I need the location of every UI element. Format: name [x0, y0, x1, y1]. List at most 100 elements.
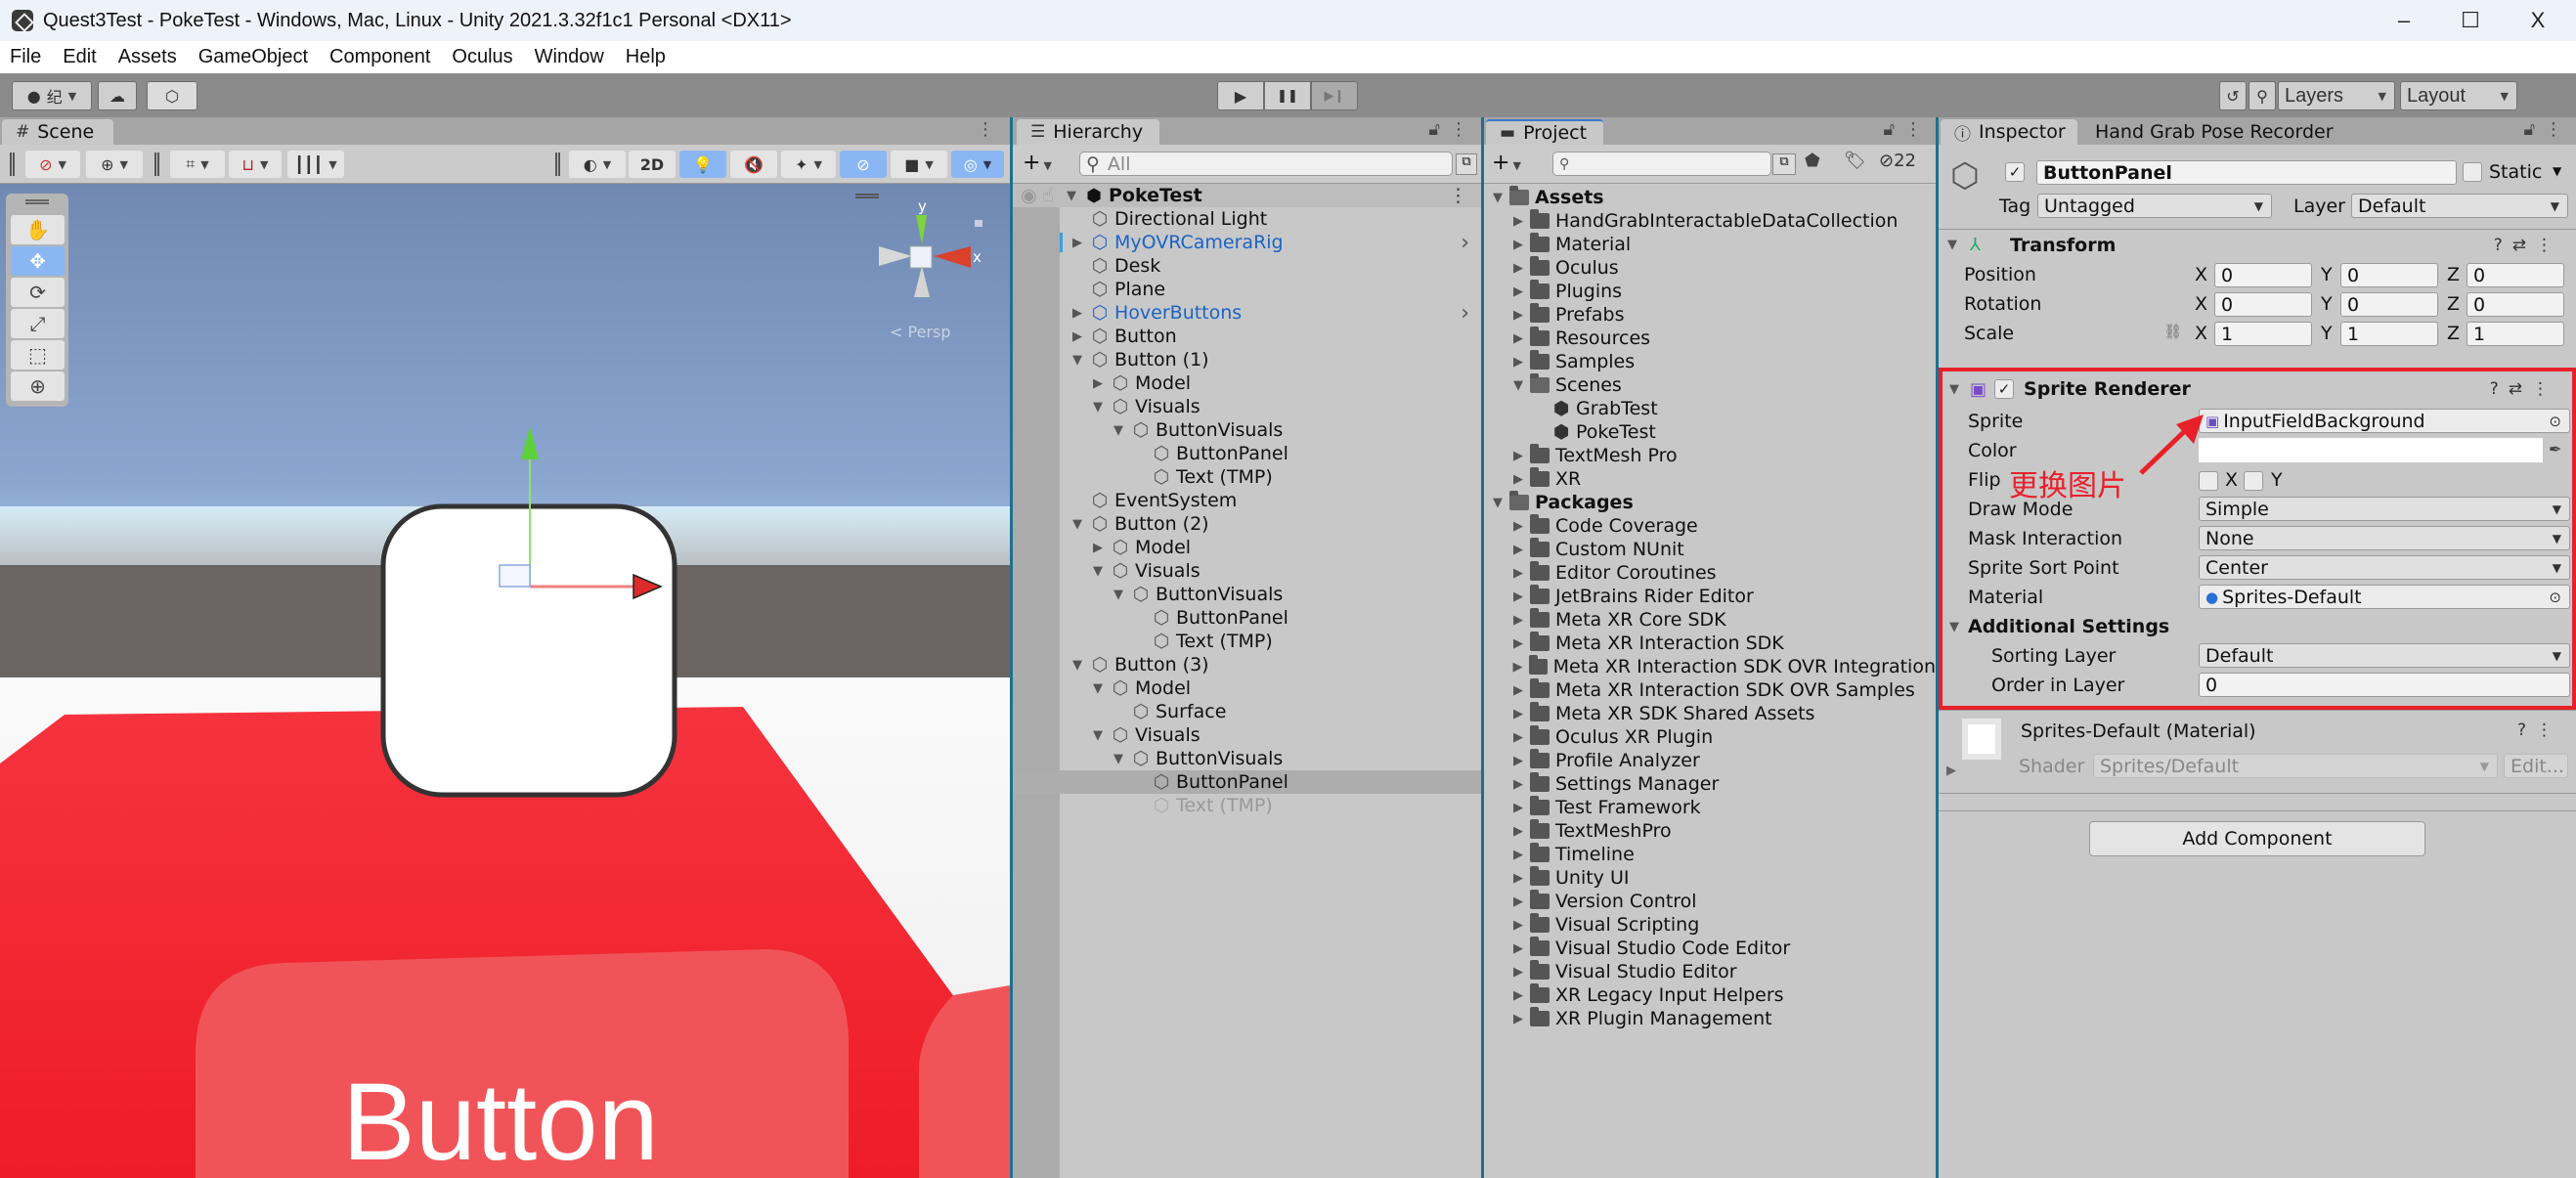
collapse-icon[interactable]: ▼	[1090, 564, 1106, 579]
project-row[interactable]: ▼ Packages	[1484, 491, 1936, 514]
hierarchy-row[interactable]: ⬡ EventSystem	[1013, 489, 1481, 512]
project-row[interactable]: ▶ Settings Manager	[1484, 772, 1936, 796]
project-search-input[interactable]: ⚲	[1552, 152, 1771, 176]
transform-x-input[interactable]: 1	[2214, 322, 2312, 346]
hierarchy-row[interactable]: ⬡ Text (TMP)	[1013, 794, 1481, 817]
project-row[interactable]: ▶ TextMeshPro	[1484, 819, 1936, 843]
project-row[interactable]: ▶ XR	[1484, 467, 1936, 491]
toolbar-grip[interactable]	[154, 153, 159, 176]
project-row[interactable]: ▶ Editor Coroutines	[1484, 561, 1936, 585]
lock-icon[interactable]: 🔓︎	[1883, 119, 1895, 140]
expand-icon[interactable]: ▶	[1510, 238, 1526, 252]
2d-toggle[interactable]: 2D	[629, 151, 676, 178]
lock-icon[interactable]: 🔓︎	[1428, 119, 1440, 140]
grid-snap-dropdown[interactable]: ⌗ ▼	[170, 151, 225, 178]
collapse-icon[interactable]: ▼	[1510, 378, 1526, 393]
search-scope-button[interactable]: ⧉	[1772, 153, 1796, 175]
snap-dropdown[interactable]: ⊔ ▼	[229, 151, 282, 178]
sprite-object-field[interactable]: ▣ InputFieldBackground ⊙	[2199, 409, 2570, 433]
hierarchy-row[interactable]: ⬡ Text (TMP)	[1013, 465, 1481, 489]
audio-toggle[interactable]: 🔇	[730, 151, 777, 178]
expand-icon[interactable]: ▶	[1946, 764, 1956, 778]
pause-button[interactable]: ❚❚	[1264, 81, 1311, 110]
toolbar-grip[interactable]	[10, 153, 15, 176]
gameobject-cube-icon[interactable]: ⬡	[1950, 156, 1980, 196]
project-row[interactable]: ▶ Visual Studio Editor	[1484, 960, 1936, 983]
collapse-icon[interactable]: ▼	[1070, 517, 1085, 532]
project-row[interactable]: ⬢ PokeTest	[1484, 420, 1936, 444]
hierarchy-row[interactable]: ▼ ⬡ Visuals	[1013, 559, 1481, 583]
toolbar-grip[interactable]	[555, 153, 560, 176]
expand-icon[interactable]: ▶	[1510, 848, 1526, 862]
object-name-input[interactable]: ButtonPanel	[2036, 160, 2457, 185]
project-row[interactable]: ▶ Code Coverage	[1484, 514, 1936, 538]
gizmo-grip[interactable]	[855, 194, 879, 198]
color-swatch[interactable]	[2199, 438, 2543, 462]
open-prefab-chevron-icon[interactable]: ›	[1461, 231, 1469, 255]
project-row[interactable]: ▶ Material	[1484, 233, 1936, 256]
project-row[interactable]: ▶ Meta XR Interaction SDK	[1484, 632, 1936, 655]
hierarchy-row[interactable]: ▼ ⬡ Visuals	[1013, 723, 1481, 747]
search-button[interactable]: ⚲	[2249, 81, 2276, 110]
scene-viewport[interactable]: Button ✋ ✥ ⟳ ⤢ ⬚ ⊕ y x < Persp	[0, 184, 1010, 1178]
lock-icon[interactable]: 🔓︎	[2523, 119, 2535, 140]
expand-icon[interactable]: ▶	[1070, 236, 1085, 250]
scale-tool-button[interactable]: ⤢	[11, 309, 65, 338]
expand-icon[interactable]: ▶	[1510, 1012, 1526, 1026]
sorting-layer-dropdown[interactable]: Default ▼	[2199, 643, 2570, 668]
tab-inspector[interactable]: ⓘ Inspector	[1941, 119, 2077, 145]
project-row[interactable]: ▶ Samples	[1484, 350, 1936, 373]
projection-toggle[interactable]: < Persp	[890, 323, 950, 341]
hierarchy-row[interactable]: ▼ ⬡ Button (3)	[1013, 653, 1481, 676]
layers-dropdown[interactable]: Layers ▼	[2278, 81, 2395, 110]
expand-icon[interactable]: ▶	[1510, 965, 1526, 980]
collapse-icon[interactable]: ▼	[1090, 400, 1106, 414]
scene-search-button[interactable]: ⧉	[1456, 153, 1477, 175]
step-button[interactable]: ▶❙	[1311, 81, 1358, 110]
hierarchy-row[interactable]: ▶ ⬡ Model	[1013, 371, 1481, 395]
draw-mode-dropdown[interactable]: Simple ▼	[2199, 497, 2570, 521]
eye-icon[interactable]: ◉	[1021, 185, 1042, 206]
project-row[interactable]: ▶ Profile Analyzer	[1484, 749, 1936, 772]
project-row[interactable]: ▶ Visual Scripting	[1484, 913, 1936, 937]
menu-oculus[interactable]: Oculus	[452, 46, 512, 68]
project-row[interactable]: ▶ TextMesh Pro	[1484, 444, 1936, 467]
undo-history-button[interactable]: ↺	[2219, 81, 2247, 110]
sort-point-dropdown[interactable]: Center ▼	[2199, 555, 2570, 580]
hierarchy-row[interactable]: ⬡ Directional Light	[1013, 207, 1481, 231]
static-checkbox[interactable]	[2463, 162, 2482, 182]
kebab-menu-icon[interactable]: ⋮	[2545, 119, 2562, 140]
transform-z-input[interactable]: 1	[2467, 322, 2564, 346]
filter-by-type-button[interactable]: ⬟	[1805, 151, 1820, 171]
expand-icon[interactable]: ▶	[1510, 543, 1526, 557]
additional-settings-foldout[interactable]: ▼ Additional Settings	[1946, 616, 2169, 637]
project-row[interactable]: ▶ Meta XR Interaction SDK OVR Integration	[1484, 655, 1936, 678]
move-tool-button[interactable]: ✥	[11, 246, 65, 276]
hierarchy-row[interactable]: ⬡ Text (TMP)	[1013, 630, 1481, 653]
collapse-icon[interactable]: ▼	[1946, 382, 1962, 397]
expand-icon[interactable]: ▶	[1510, 214, 1526, 229]
open-prefab-chevron-icon[interactable]: ›	[1461, 301, 1469, 326]
project-row[interactable]: ▶ Plugins	[1484, 280, 1936, 303]
kebab-menu-icon[interactable]: ⋮	[1904, 119, 1922, 140]
transform-y-input[interactable]: 0	[2340, 292, 2438, 317]
camera-dropdown[interactable]: ■ ▼	[891, 151, 947, 178]
project-row[interactable]: ▶ HandGrabInteractableDataCollection	[1484, 209, 1936, 233]
kebab-menu-icon[interactable]: ⋮	[1450, 119, 1467, 140]
expand-icon[interactable]: ▶	[1510, 261, 1526, 276]
tab-project[interactable]: ▬ Project	[1486, 119, 1603, 145]
active-checkbox[interactable]: ✓	[2005, 162, 2025, 182]
project-row[interactable]: ▶ Meta XR Core SDK	[1484, 608, 1936, 632]
project-row[interactable]: ▶ Meta XR SDK Shared Assets	[1484, 702, 1936, 725]
create-button[interactable]: + ▼	[1492, 151, 1521, 175]
project-row[interactable]: ▶ XR Legacy Input Helpers	[1484, 983, 1936, 1007]
transform-y-input[interactable]: 1	[2340, 322, 2438, 346]
expand-icon[interactable]: ▶	[1510, 355, 1526, 370]
expand-icon[interactable]: ▶	[1510, 683, 1526, 698]
hierarchy-row[interactable]: ▶ ⬡ Button	[1013, 325, 1481, 348]
menu-window[interactable]: Window	[535, 46, 604, 68]
menu-gameobject[interactable]: GameObject	[198, 46, 308, 68]
project-row[interactable]: ▶ JetBrains Rider Editor	[1484, 585, 1936, 608]
expand-icon[interactable]: ▶	[1510, 566, 1526, 581]
kebab-menu-icon[interactable]: ⋮	[1449, 185, 1467, 206]
